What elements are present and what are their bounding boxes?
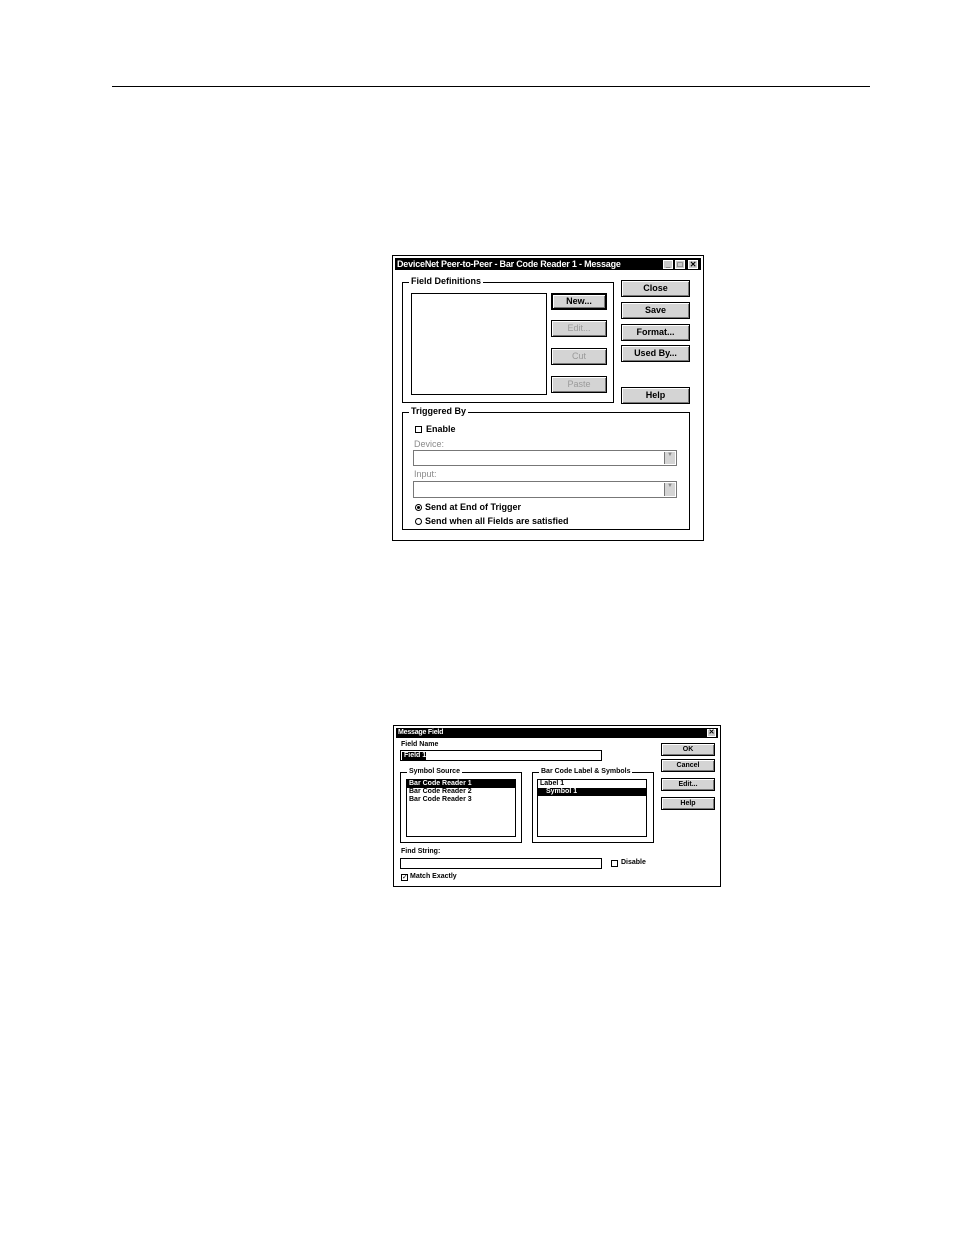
edit-button[interactable]: Edit... (551, 320, 607, 337)
find-string-input[interactable] (400, 858, 602, 869)
device-label: Device: (414, 439, 445, 449)
bar-code-label: Bar Code Label & Symbols (539, 768, 633, 775)
input-combo[interactable]: ▼ (413, 481, 677, 498)
match-exactly-checkbox[interactable]: ✓ (401, 874, 408, 881)
help-button[interactable]: Help (661, 797, 715, 810)
field-name-input[interactable]: Field 1 (400, 750, 602, 761)
bar-code-list[interactable]: Label 1 Symbol 1 (537, 779, 647, 837)
disable-label: Disable (621, 859, 646, 866)
close-icon[interactable]: ✕ (688, 260, 698, 269)
ok-button[interactable]: OK (661, 743, 715, 756)
send-all-radio[interactable] (415, 518, 422, 525)
field-name-label: Field Name (401, 741, 439, 748)
symbol-source-list[interactable]: Bar Code Reader 1 Bar Code Reader 2 Bar … (406, 779, 516, 837)
device-dropdown-icon[interactable]: ▼ (664, 452, 675, 464)
send-all-label: Send when all Fields are satisfied (425, 516, 569, 526)
disable-checkbox[interactable] (611, 860, 618, 867)
input-dropdown-icon[interactable]: ▼ (664, 483, 675, 496)
field-definitions-label: Field Definitions (409, 276, 484, 286)
cut-button[interactable]: Cut (551, 348, 607, 365)
match-exactly-label: Match Exactly (410, 873, 457, 880)
cancel-button[interactable]: Cancel (661, 759, 715, 772)
list-item[interactable]: Bar Code Reader 1 (407, 780, 515, 788)
dialog-title: Message Field (398, 729, 444, 736)
maximize-icon[interactable]: □ (675, 260, 685, 269)
close-button[interactable]: Close (621, 280, 690, 297)
close-icon[interactable]: ✕ (707, 729, 716, 737)
triggered-by-label: Triggered By (409, 406, 469, 416)
used-by-button[interactable]: Used By... (621, 345, 690, 362)
dialog-title: DeviceNet Peer-to-Peer - Bar Code Reader… (397, 259, 621, 269)
input-label: Input: (414, 469, 437, 479)
paste-button[interactable]: Paste (551, 376, 607, 393)
format-button[interactable]: Format... (621, 324, 690, 341)
peer-to-peer-dialog: DeviceNet Peer-to-Peer - Bar Code Reader… (392, 255, 704, 541)
send-end-radio[interactable] (415, 504, 422, 511)
list-item[interactable]: Symbol 1 (538, 788, 646, 796)
symbol-source-label: Symbol Source (407, 768, 462, 775)
list-item[interactable]: Bar Code Reader 2 (407, 788, 515, 796)
edit-button[interactable]: Edit... (661, 778, 715, 791)
message-field-dialog: Message Field ✕ Field Name Field 1 Symbo… (393, 725, 721, 887)
minimize-icon[interactable]: _ (663, 260, 673, 269)
list-item[interactable]: Label 1 (538, 780, 646, 788)
list-item[interactable]: Bar Code Reader 3 (407, 796, 515, 804)
dialog-title-bar[interactable]: Message Field ✕ (396, 728, 718, 738)
enable-label: Enable (426, 424, 456, 434)
field-name-value: Field 1 (402, 752, 427, 760)
device-combo[interactable]: ▼ (413, 450, 677, 466)
field-definitions-list[interactable] (411, 293, 547, 395)
dialog-title-bar[interactable]: DeviceNet Peer-to-Peer - Bar Code Reader… (395, 258, 701, 270)
new-button[interactable]: New... (551, 293, 607, 310)
help-button[interactable]: Help (621, 387, 690, 404)
find-string-label: Find String: (401, 848, 441, 855)
save-button[interactable]: Save (621, 302, 690, 319)
send-end-label: Send at End of Trigger (425, 502, 522, 512)
page-header-rule (112, 86, 870, 87)
enable-checkbox[interactable] (415, 426, 422, 433)
